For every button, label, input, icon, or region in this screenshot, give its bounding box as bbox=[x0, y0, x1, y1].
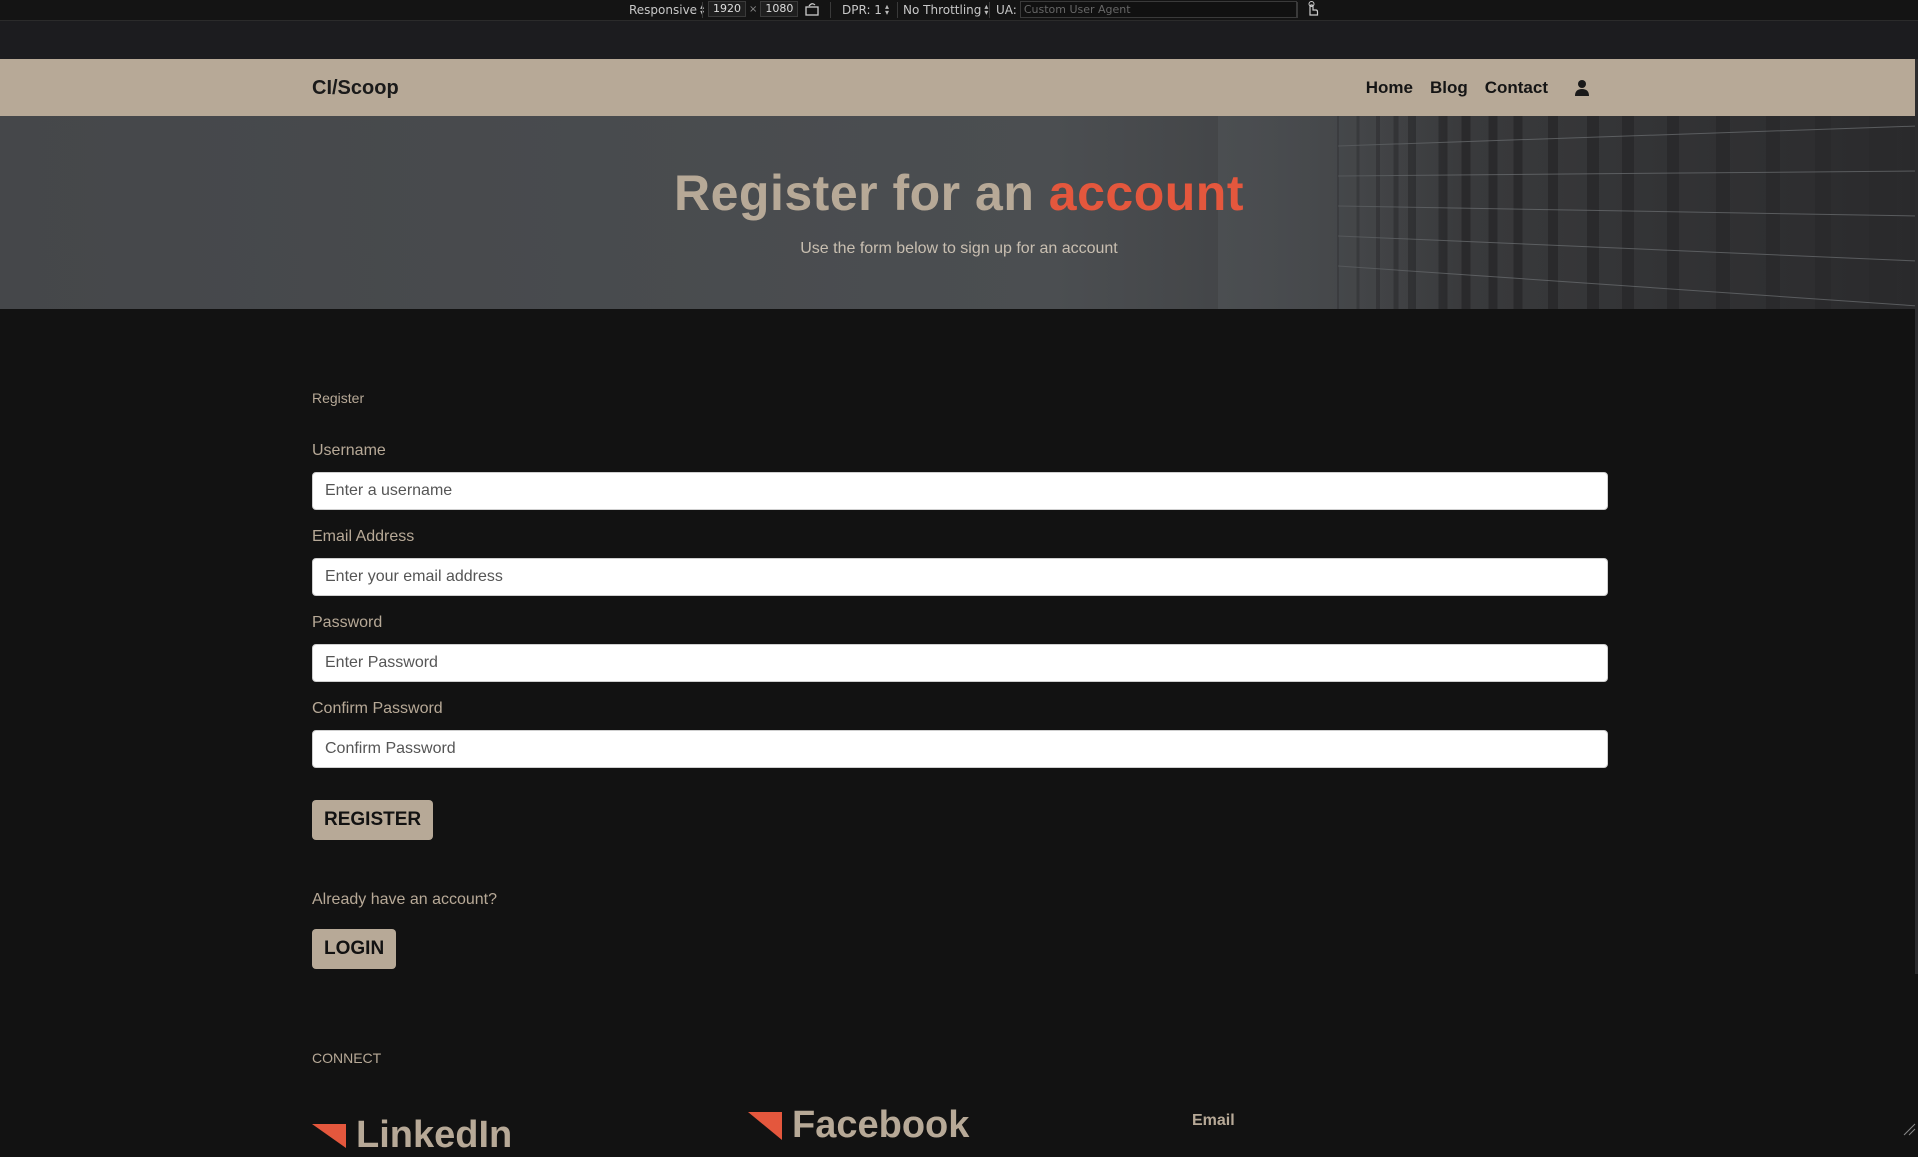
dpr-label: DPR: 1 bbox=[842, 3, 882, 17]
linkedin-arrow-icon bbox=[312, 1123, 346, 1148]
confirm-password-label: Confirm Password bbox=[312, 700, 443, 717]
device-mode-select[interactable]: Responsive ▴▾ bbox=[629, 3, 704, 18]
username-input[interactable] bbox=[312, 472, 1608, 510]
linkedin-label: LinkedIn bbox=[356, 1114, 513, 1156]
facebook-label: Facebook bbox=[792, 1104, 970, 1146]
dimension-separator: × bbox=[749, 3, 758, 15]
throttling-select[interactable]: No Throttling ▴ ▾ bbox=[903, 2, 989, 18]
rotate-icon bbox=[805, 3, 819, 16]
hero-title-main: Register for an bbox=[674, 165, 1035, 221]
user-agent-input[interactable]: Custom User Agent bbox=[1019, 1, 1297, 18]
password-label: Password bbox=[312, 614, 383, 631]
dpr-select[interactable]: DPR: 1 ▴ ▾ bbox=[842, 2, 889, 18]
toolbar-divider bbox=[989, 2, 990, 18]
hero-banner: Register for an account Use the form bel… bbox=[0, 116, 1918, 309]
touch-toggle-button[interactable] bbox=[1305, 1, 1319, 17]
form-caption: Register bbox=[312, 390, 365, 406]
email-input[interactable] bbox=[312, 558, 1608, 596]
already-account-text: Already have an account? bbox=[312, 891, 498, 908]
site-navbar: CI/Scoop Home Blog Contact bbox=[0, 59, 1918, 116]
toolbar-divider bbox=[830, 2, 831, 18]
password-input[interactable] bbox=[312, 644, 1608, 682]
social-link-facebook[interactable]: Facebook bbox=[748, 1104, 969, 1147]
toolbar-divider bbox=[1297, 2, 1298, 18]
register-button[interactable]: REGISTER bbox=[312, 800, 434, 840]
email-label: Email Address bbox=[312, 528, 415, 545]
nav-links: Home Blog Contact bbox=[1366, 78, 1590, 98]
hero-title: Register for an account bbox=[0, 164, 1918, 222]
hero-title-accent: account bbox=[1048, 165, 1244, 221]
touch-hand-icon bbox=[1308, 1, 1319, 16]
social-link-linkedin[interactable]: LinkedIn bbox=[312, 1114, 512, 1157]
toolbar-divider bbox=[702, 2, 703, 18]
viewport-top-gap bbox=[0, 21, 1918, 59]
site-brand-logo[interactable]: CI/Scoop bbox=[312, 77, 399, 100]
rotate-button[interactable] bbox=[804, 2, 820, 16]
device-mode-label: Responsive bbox=[629, 3, 698, 17]
email-contact-label: Email bbox=[1192, 1112, 1235, 1129]
devtools-device-toolbar: Responsive ▴▾ 1920 × 1080 DPR: 1 ▴▾ No T… bbox=[0, 0, 1918, 21]
nav-link-contact[interactable]: Contact bbox=[1485, 78, 1548, 98]
login-button[interactable]: LOGIN bbox=[312, 929, 397, 969]
nav-link-home[interactable]: Home bbox=[1366, 78, 1413, 98]
username-label: Username bbox=[312, 442, 386, 459]
confirm-password-input[interactable] bbox=[312, 730, 1608, 768]
resize-handle-icon[interactable] bbox=[1902, 1122, 1916, 1136]
viewport-width-input[interactable]: 1920 bbox=[708, 1, 746, 17]
nav-link-blog[interactable]: Blog bbox=[1430, 78, 1468, 98]
viewport-height-input[interactable]: 1080 bbox=[760, 1, 799, 17]
hero-subtitle: Use the form below to sign up for an acc… bbox=[800, 240, 1118, 257]
ua-label: UA: bbox=[996, 2, 1017, 17]
toolbar-divider bbox=[897, 2, 898, 18]
connect-heading: CONNECT bbox=[312, 1050, 382, 1066]
throttling-label: No Throttling bbox=[903, 3, 982, 17]
user-account-icon[interactable] bbox=[1574, 79, 1590, 97]
select-arrows-icon: ▴▾ bbox=[984, 2, 989, 17]
facebook-arrow-icon bbox=[748, 1111, 782, 1140]
select-arrows-icon: ▴▾ bbox=[884, 2, 889, 17]
